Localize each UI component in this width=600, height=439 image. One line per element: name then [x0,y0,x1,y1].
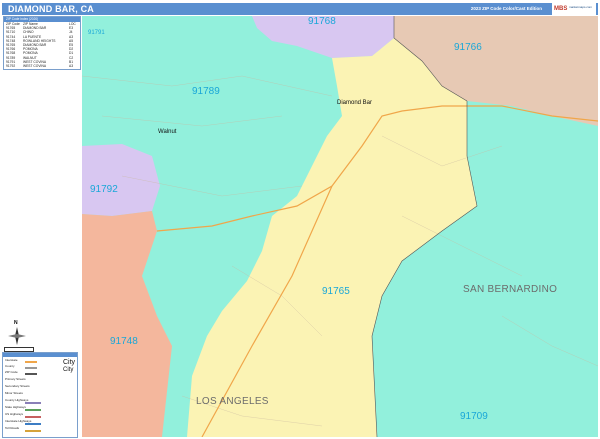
zip-label-91748: 91748 [110,336,138,347]
legend-row: County [5,364,15,368]
publisher-logo: MBS marketmaps.com [552,3,596,15]
legend-row: Primary Streets [5,377,26,381]
zip-cell: 91792 [6,64,16,69]
city-label-diamond-bar: Diamond Bar [337,100,373,106]
zip-label-91765: 91765 [322,286,350,297]
compass-north-label: N [14,320,18,326]
legend-row: US Highways [5,412,24,416]
compass-rose-icon [8,327,26,345]
map-svg [82,16,598,437]
logo-subtitle: marketmaps.com [569,5,593,9]
zip-label-91709: 91709 [460,411,488,422]
legend-state-hwy-symbol [25,409,41,411]
zip-label-91766: 91766 [454,42,482,53]
legend-row: Toll Roads [5,426,20,430]
zip-label-91791: 91791 [88,30,105,36]
legend-county-hwy-symbol [25,402,41,404]
legend-interstate-hwy-symbol [25,423,41,425]
map-title: DIAMOND BAR, CA [8,4,94,14]
edition-label: 2023 ZIP Code Color/Cast Edition [470,6,542,11]
legend-row: State Highways [5,405,26,409]
name-cell: WEST COVINA [23,64,47,69]
legend-interstate-symbol [25,361,37,363]
legend-row: Secondary Streets [5,384,30,388]
legend-city-large: City [63,359,76,366]
title-bar: DIAMOND BAR, CA 2023 ZIP Code Color/Cast… [2,3,598,15]
legend-header [3,353,77,357]
county-label-los-angeles: LOS ANGELES [196,396,269,407]
legend-row: Minor Streets [5,391,23,395]
map-frame: DIAMOND BAR, CA 2023 ZIP Code Color/Cast… [0,0,600,439]
table-row: 91792 WEST COVINA A3 [6,64,78,68]
city-label-walnut: Walnut [158,129,177,135]
loc-cell: A3 [69,64,74,69]
legend-zip-symbol [25,373,37,375]
legend-city-small: City [63,367,74,373]
zip-index-panel: ZIP Code Index (2020) ZIP Code ZIP Name … [3,16,81,70]
zip-label-91768: 91768 [308,16,336,27]
zip-area-91792 [82,144,160,216]
legend-row: ZIP Code [5,370,18,374]
legend-us-hwy-symbol [25,416,41,418]
legend-county-symbol [25,367,37,369]
map-canvas[interactable]: 91768 91766 91789 91792 91765 91748 9170… [82,16,598,437]
legend-toll-symbol [25,430,41,432]
zip-label-91792: 91792 [90,184,118,195]
zip-label-91789: 91789 [192,86,220,97]
zip-index-table: ZIP Code ZIP Name LOC 91765 DIAMOND BAR E3… [6,22,78,68]
logo-mark: MBS [554,6,568,12]
county-label-san-bernardino: SAN BERNARDINO [463,284,558,295]
legend-row: Interstate [5,358,18,362]
map-legend: Interstate County ZIP Code Primary Stree… [2,352,78,438]
